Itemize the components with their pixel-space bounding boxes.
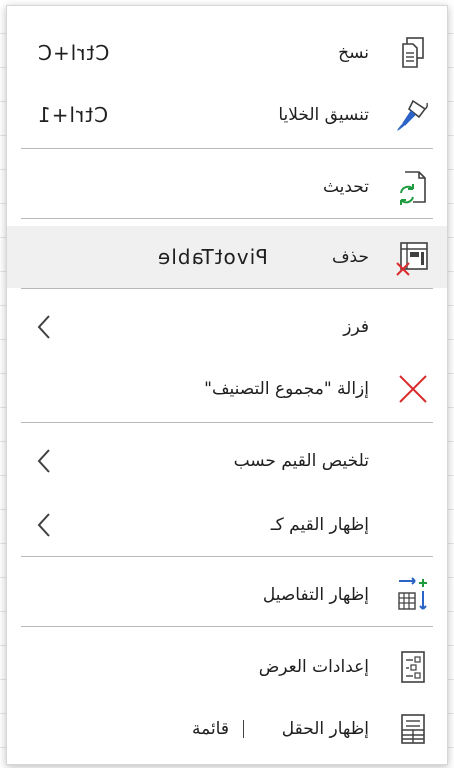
show-field-list-menu-item[interactable]: إظهار الحقل قائمة — [7, 698, 447, 760]
text-cursor — [243, 720, 244, 738]
delete-label: حذف — [331, 247, 369, 267]
sort-label: فرز — [343, 317, 369, 337]
chevron-left-icon — [37, 513, 50, 537]
refresh-menu-item[interactable]: تحديث — [7, 156, 447, 218]
remove-subtotal-label: إزالة "مجموع التصنيف" — [204, 379, 369, 399]
refresh-icon — [393, 167, 433, 207]
show-details-menu-item[interactable]: إظهار التفاصيل — [7, 564, 447, 626]
context-menu: نسخ Ctrl+C تنسيق الخلايا Ctrl+1 تحديث حذ… — [6, 5, 448, 765]
display-settings-menu-item[interactable]: إعدادات العرض — [7, 636, 447, 698]
red-x-icon — [393, 369, 433, 409]
delete-pivottable-menu-item[interactable]: حذف PivotTable — [7, 226, 447, 288]
remove-subtotal-menu-item[interactable]: إزالة "مجموع التصنيف" — [7, 358, 447, 420]
pivottable-text: PivotTable — [157, 245, 268, 269]
show-field-list-label: إظهار الحقل — [281, 719, 369, 739]
field-list-extra: قائمة — [192, 719, 229, 739]
summarize-values-menu-item[interactable]: تلخيص القيم حسب — [7, 430, 447, 492]
settings-icon — [393, 647, 433, 687]
sort-menu-item[interactable]: فرز — [7, 296, 447, 358]
separator — [21, 422, 433, 423]
chevron-left-icon — [37, 315, 50, 339]
show-values-as-menu-item[interactable]: إظهار القيم كـ — [7, 494, 447, 556]
refresh-label: تحديث — [322, 177, 369, 197]
display-settings-label: إعدادات العرض — [258, 657, 369, 677]
summarize-values-label: تلخيص القيم حسب — [233, 451, 369, 471]
show-values-as-label: إظهار القيم كـ — [270, 515, 369, 535]
copy-label: نسخ — [338, 43, 369, 63]
field-list-icon — [393, 709, 433, 749]
show-details-label: إظهار التفاصيل — [262, 585, 369, 605]
separator — [21, 218, 433, 219]
copy-menu-item[interactable]: نسخ Ctrl+C — [7, 22, 447, 84]
format-cells-menu-item[interactable]: تنسيق الخلايا Ctrl+1 — [7, 84, 447, 146]
format-cells-label: تنسيق الخلايا — [278, 105, 369, 125]
chevron-left-icon — [37, 449, 50, 473]
copy-shortcut: Ctrl+C — [37, 41, 110, 65]
separator — [21, 288, 433, 289]
pivot-delete-icon — [393, 237, 433, 277]
details-icon — [393, 575, 433, 615]
copy-icon — [393, 33, 433, 73]
separator — [21, 626, 433, 627]
paintbrush-icon — [393, 95, 433, 135]
format-cells-shortcut: Ctrl+1 — [37, 103, 109, 127]
separator — [21, 148, 433, 149]
separator — [21, 556, 433, 557]
